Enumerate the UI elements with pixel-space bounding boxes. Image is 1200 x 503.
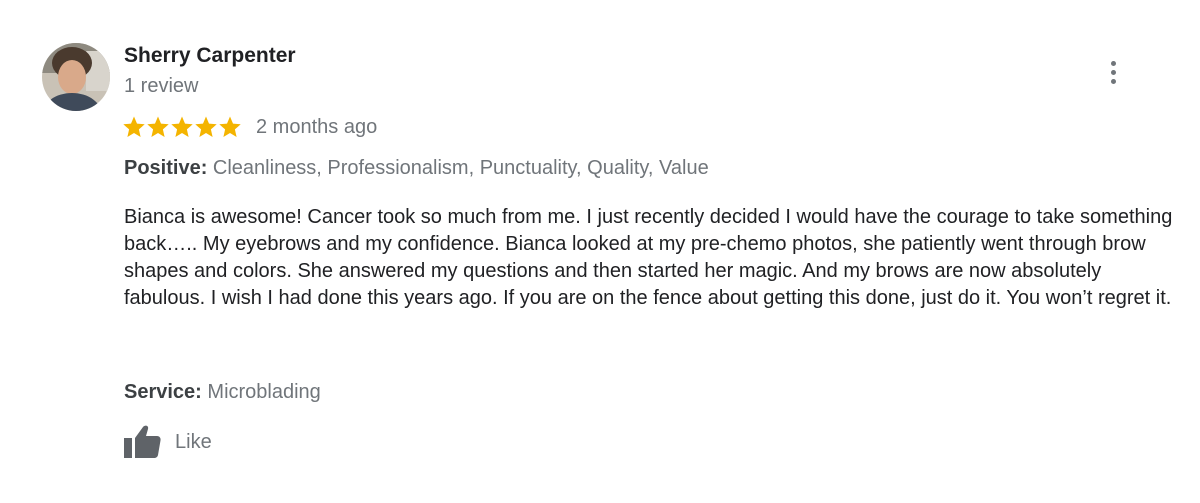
star-icon — [123, 116, 145, 137]
more-vertical-icon-dot — [1110, 78, 1116, 84]
service-attribute: Service: Microblading — [124, 379, 321, 405]
more-vertical-icon-dot — [1110, 69, 1116, 75]
star-icon — [195, 116, 217, 137]
service-value: Microblading — [207, 381, 321, 403]
service-label: Service: — [124, 381, 202, 403]
review-card: Sherry Carpenter 1 review 2 months ago P… — [0, 0, 1200, 503]
positive-value: Cleanliness, Professionalism, Punctualit… — [212, 157, 709, 179]
more-vertical-icon — [1110, 60, 1116, 66]
avatar-photo — [42, 43, 110, 111]
rating-row: 2 months ago — [122, 112, 377, 142]
like-label: Like — [175, 430, 212, 453]
review-count[interactable]: 1 review — [124, 73, 198, 99]
positive-label: Positive: — [124, 157, 208, 179]
review-date: 2 months ago — [256, 115, 378, 138]
more-options-button[interactable] — [1098, 56, 1128, 88]
thumbs-up-icon — [124, 425, 161, 458]
star-icon — [147, 116, 169, 137]
reviewer-name[interactable]: Sherry Carpenter — [124, 42, 296, 70]
star-rating — [122, 115, 242, 139]
star-icon — [219, 116, 241, 137]
positive-attributes: Positive: Cleanliness, Professionalism, … — [124, 155, 709, 181]
like-button[interactable]: Like — [122, 424, 212, 460]
star-icon — [171, 116, 193, 137]
review-text: Bianca is awesome! Cancer took so much f… — [124, 206, 1173, 309]
avatar[interactable] — [42, 43, 110, 111]
